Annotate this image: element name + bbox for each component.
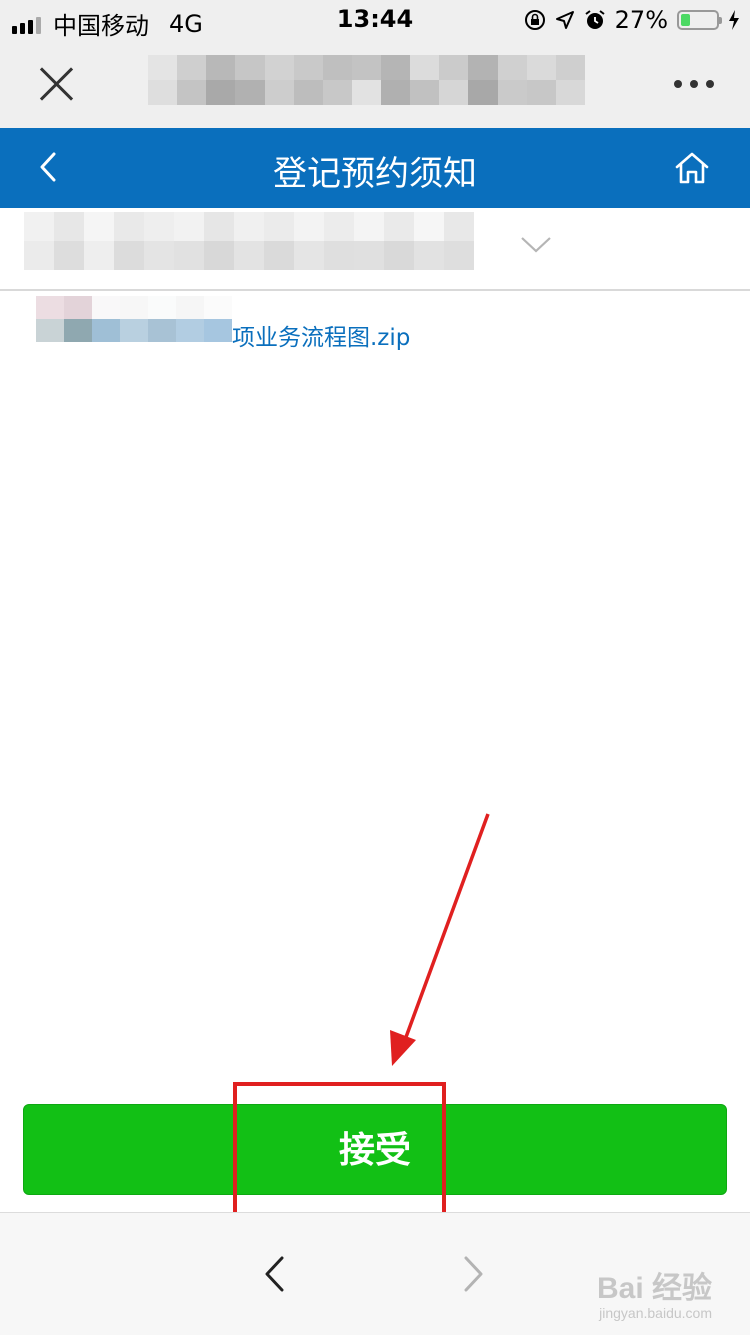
orientation-lock-icon: [524, 10, 545, 30]
page-header: 登记预约须知: [0, 128, 750, 208]
watermark-brand: Bai 经验: [596, 1272, 712, 1305]
attachment-filename[interactable]: 项业务流程图.zip: [232, 318, 410, 352]
battery-fill: [681, 14, 691, 26]
battery-percent: 27%: [614, 6, 668, 34]
baidu-watermark: Bai 经验 jingyan.baidu.com: [597, 1263, 712, 1321]
battery-icon: [677, 10, 722, 30]
webview-title-bar: [0, 40, 750, 128]
status-bar: 中国移动 4G 13:44 27%: [0, 0, 750, 40]
page-title: 登记预约须知: [273, 154, 477, 194]
location-icon: [555, 11, 574, 29]
browser-bottom-bar: Bai 经验 jingyan.baidu.com: [0, 1212, 750, 1335]
alarm-icon: [585, 10, 605, 29]
status-right: 27%: [524, 6, 740, 34]
watermark-url: jingyan.baidu.com: [599, 1305, 712, 1321]
redacted-dropdown-value: [24, 212, 474, 270]
category-dropdown[interactable]: [0, 208, 750, 291]
nav-back-icon[interactable]: [262, 1255, 286, 1293]
more-dots-icon[interactable]: [674, 80, 714, 88]
accept-button[interactable]: 接受: [23, 1104, 727, 1195]
charging-icon: [729, 10, 739, 30]
redacted-file-prefix: [36, 296, 232, 342]
attachment-link[interactable]: 项业务流程图.zip: [36, 296, 436, 352]
close-icon[interactable]: [36, 64, 76, 104]
chevron-down-icon[interactable]: [520, 236, 552, 254]
redacted-page-title: [148, 55, 585, 105]
home-icon[interactable]: [674, 150, 710, 186]
nav-forward-icon[interactable]: [462, 1255, 486, 1293]
annotation-arrow: [390, 813, 490, 1066]
